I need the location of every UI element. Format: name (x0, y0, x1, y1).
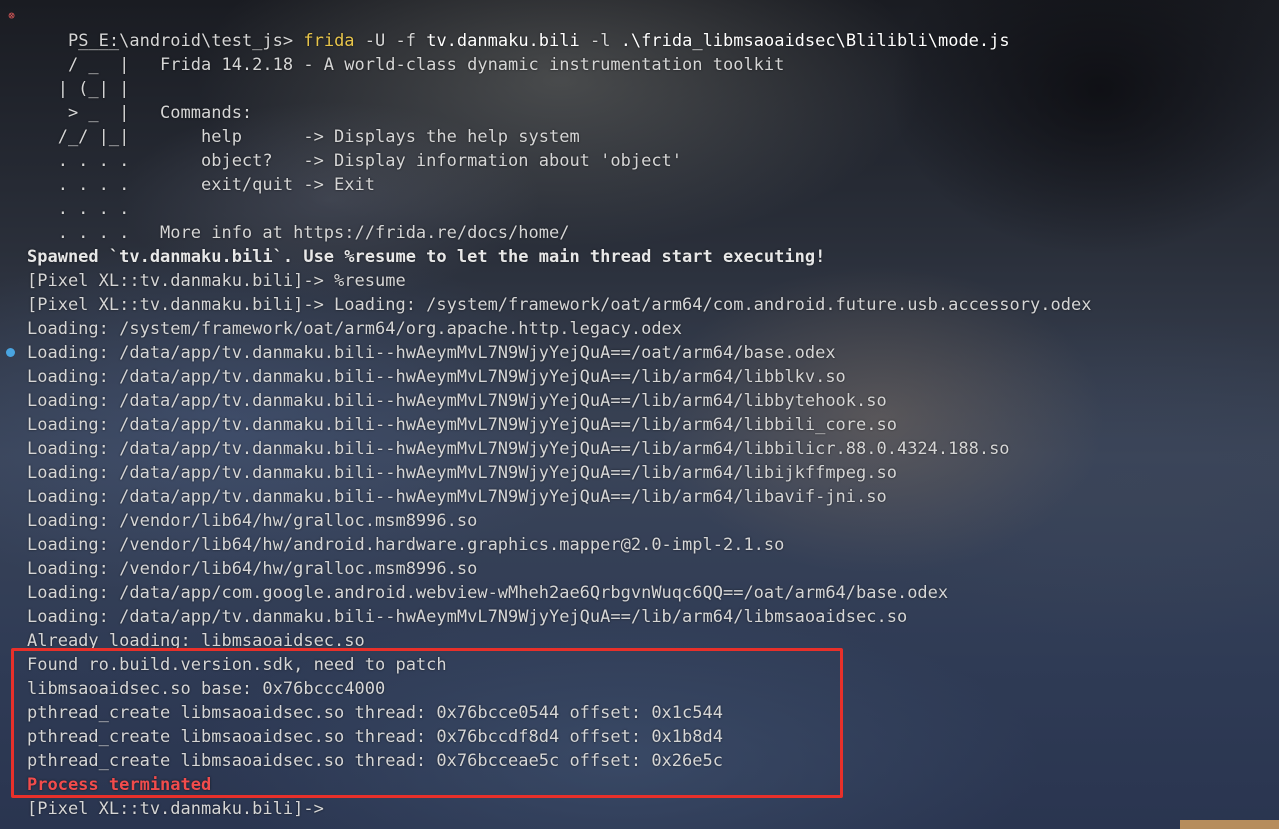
log-line: [Pixel XL::tv.danmaku.bili]-> %resume (27, 271, 406, 291)
log-line: Loading: /vendor/lib64/hw/gralloc.msm899… (27, 511, 478, 531)
scroll-marker-icon (6, 348, 15, 357)
log-line: [Pixel XL::tv.danmaku.bili]-> Loading: /… (27, 295, 1092, 315)
command-package: tv.danmaku.bili (426, 31, 580, 51)
banner-line: /_/ |_| help -> Displays the help system (27, 127, 580, 147)
spawned-message: Spawned `tv.danmaku.bili`. Use %resume t… (27, 247, 826, 267)
banner-line: . . . . More info at https://frida.re/do… (27, 223, 570, 243)
final-prompt[interactable]: [Pixel XL::tv.danmaku.bili]-> (27, 797, 324, 821)
log-line: Loading: /data/app/tv.danmaku.bili--hwAe… (27, 391, 887, 411)
log-line: Loading: /data/app/tv.danmaku.bili--hwAe… (27, 607, 908, 627)
log-line: Loading: /data/app/tv.danmaku.bili--hwAe… (27, 343, 836, 363)
banner-line: . . . . exit/quit -> Exit (27, 175, 375, 195)
log-line: Loading: /vendor/lib64/hw/gralloc.msm899… (27, 559, 478, 579)
log-line: Loading: /data/app/tv.danmaku.bili--hwAe… (27, 415, 897, 435)
command-line: PS E:\android\test_js> frida -U -f tv.da… (27, 5, 1010, 51)
banner-line: . . . . object? -> Display information a… (27, 151, 683, 171)
log-line: Loading: /data/app/com.google.android.we… (27, 583, 949, 603)
banner-line: | (_| | (27, 79, 130, 99)
log-line: Loading: /data/app/tv.danmaku.bili--hwAe… (27, 487, 887, 507)
banner-line: / _ | Frida 14.2.18 - A world-class dyna… (27, 55, 785, 75)
log-line: Loading: /vendor/lib64/hw/android.hardwa… (27, 535, 785, 555)
command-args-1: -U -f (354, 31, 427, 51)
command-args-2: -l (579, 31, 621, 51)
command-name: frida (303, 31, 355, 51)
terminal-window[interactable]: ⊗ PS E:\android\test_js> frida -U -f tv.… (0, 0, 1279, 829)
log-line: Loading: /data/app/tv.danmaku.bili--hwAe… (27, 463, 897, 483)
banner-line: ____ (27, 31, 120, 51)
annotation-highlight-box (11, 648, 843, 798)
log-line: Loading: /data/app/tv.danmaku.bili--hwAe… (27, 367, 846, 387)
command-script-path: .\frida_libmsaoaidsec\Blilibli\mode.js (620, 31, 1010, 51)
log-line: Loading: /system/framework/oat/arm64/org… (27, 319, 683, 339)
banner-line: . . . . (27, 199, 130, 219)
log-line: Loading: /data/app/tv.danmaku.bili--hwAe… (27, 439, 1010, 459)
banner-line: > _ | Commands: (27, 103, 253, 123)
error-circle-icon: ⊗ (8, 9, 15, 22)
